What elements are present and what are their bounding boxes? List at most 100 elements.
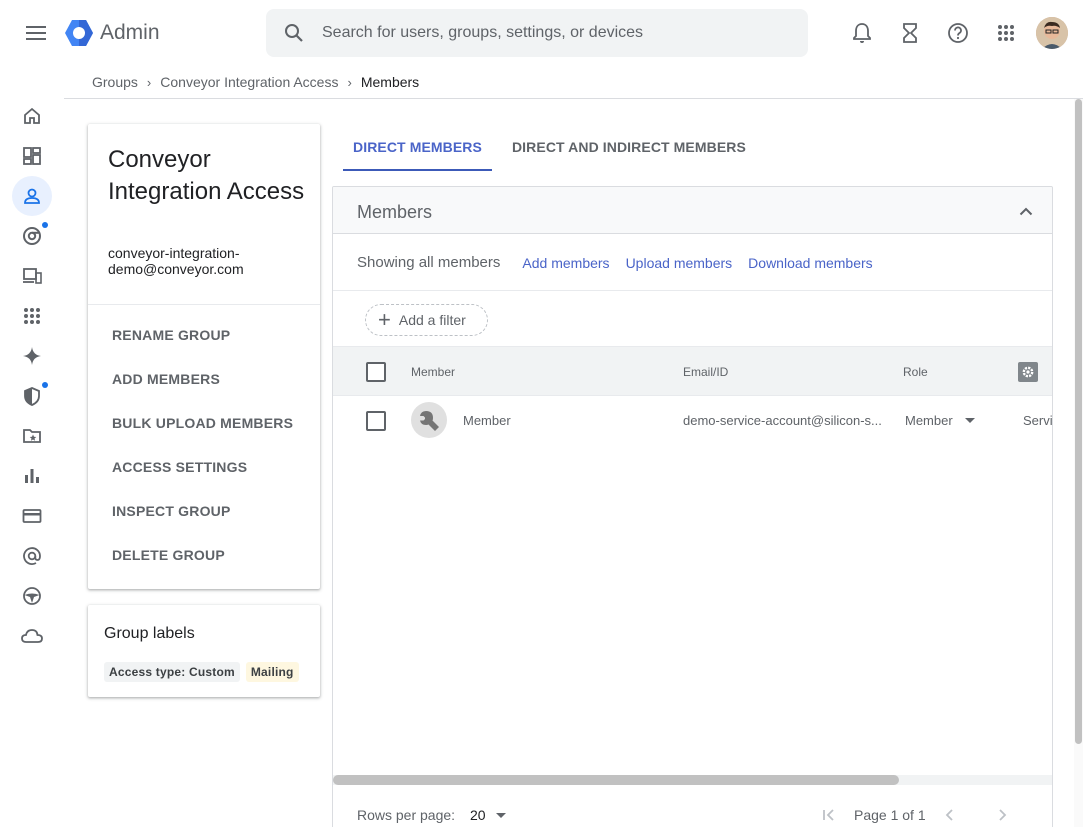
admin-hexagon-icon <box>65 20 93 46</box>
add-members-button[interactable]: ADD MEMBERS <box>88 357 320 401</box>
dropdown-arrow-icon <box>495 812 506 818</box>
add-filter-label: Add a filter <box>398 312 466 328</box>
group-email: conveyor-integration-demo@conveyor.com <box>108 245 244 277</box>
member-type: Servi <box>1023 413 1053 428</box>
rail-home[interactable] <box>12 96 52 136</box>
admin-logo[interactable]: Admin <box>64 18 160 48</box>
apps-launcher-button[interactable] <box>990 17 1022 49</box>
members-panel: Members Showing all members Add members … <box>332 186 1053 827</box>
members-actions-bar: Showing all members Add members Upload m… <box>333 235 1052 291</box>
help-button[interactable] <box>942 17 974 49</box>
horizontal-scrollbar-thumb[interactable] <box>333 775 899 785</box>
steering-wheel-icon <box>23 587 41 605</box>
home-icon <box>24 107 40 124</box>
rows-per-page-select[interactable]: 20 <box>470 807 506 823</box>
horizontal-scrollbar[interactable] <box>333 775 1052 785</box>
upload-members-link[interactable]: Upload members <box>626 255 733 271</box>
rows-per-page-value: 20 <box>470 807 486 823</box>
rail-gemini[interactable] <box>12 336 52 376</box>
plus-icon: + <box>378 307 391 332</box>
notification-dot <box>42 222 48 228</box>
table-row[interactable]: Member demo-service-account@silicon-s...… <box>333 396 1053 446</box>
apps-icon <box>24 308 40 324</box>
access-settings-button[interactable]: ACCESS SETTINGS <box>88 445 320 489</box>
help-icon <box>948 23 968 43</box>
download-members-link[interactable]: Download members <box>748 255 873 271</box>
cloud-icon <box>21 629 43 643</box>
search-icon <box>285 24 303 42</box>
tasks-button[interactable] <box>894 17 926 49</box>
add-members-link[interactable]: Add members <box>522 255 609 271</box>
chevron-right-icon: › <box>347 74 352 90</box>
column-email[interactable]: Email/ID <box>683 365 728 379</box>
user-photo-icon <box>1036 17 1068 49</box>
members-table-header: Member Email/ID Role <box>333 347 1052 396</box>
rail-chrome[interactable] <box>12 216 52 256</box>
at-sign-icon <box>23 547 41 565</box>
label-chip-mailing: Mailing <box>245 662 299 682</box>
bar-chart-icon <box>25 469 39 483</box>
previous-page-button[interactable] <box>938 803 962 827</box>
rail-drive[interactable] <box>12 416 52 456</box>
first-page-icon <box>823 809 834 821</box>
dropdown-arrow-icon <box>964 418 975 423</box>
vertical-scrollbar-thumb[interactable] <box>1075 99 1082 744</box>
divider <box>88 304 320 305</box>
members-panel-header: Members <box>333 187 1052 234</box>
rail-reports[interactable] <box>12 456 52 496</box>
tab-direct-members[interactable]: DIRECT MEMBERS <box>343 124 492 171</box>
role-dropdown[interactable]: Member <box>905 413 975 428</box>
breadcrumb-group[interactable]: Conveyor Integration Access <box>160 74 338 90</box>
members-panel-title: Members <box>357 202 433 222</box>
member-email: demo-service-account@silicon-s... <box>683 413 882 428</box>
row-checkbox[interactable] <box>366 411 386 431</box>
top-bar: Admin <box>0 0 1083 66</box>
inspect-group-button[interactable]: INSPECT GROUP <box>88 489 320 533</box>
column-settings-button[interactable] <box>1018 362 1038 382</box>
gear-icon <box>1022 366 1034 378</box>
vertical-scrollbar[interactable] <box>1074 99 1083 827</box>
pagination-bar: Rows per page: 20 Page 1 of 1 <box>333 793 1052 827</box>
search-bar[interactable] <box>266 9 808 57</box>
grid-apps-icon <box>998 25 1014 41</box>
rail-storage[interactable] <box>12 616 52 656</box>
search-input[interactable] <box>322 24 782 42</box>
notifications-button[interactable] <box>846 17 878 49</box>
rail-security[interactable] <box>12 376 52 416</box>
members-tabs: DIRECT MEMBERS DIRECT AND INDIRECT MEMBE… <box>343 124 766 171</box>
security-icon <box>24 387 40 406</box>
rows-per-page-label: Rows per page: <box>357 807 456 823</box>
rail-apps[interactable] <box>12 296 52 336</box>
column-member[interactable]: Member <box>411 365 455 379</box>
bulk-upload-members-button[interactable]: BULK UPLOAD MEMBERS <box>88 401 320 445</box>
bell-icon <box>853 23 871 43</box>
member-name: Member <box>463 413 511 428</box>
rail-directory[interactable] <box>12 176 52 216</box>
delete-group-button[interactable]: DELETE GROUP <box>88 533 320 577</box>
hourglass-icon <box>903 23 917 43</box>
add-filter-button[interactable]: + Add a filter <box>365 304 488 336</box>
column-role[interactable]: Role <box>903 365 928 379</box>
rail-billing[interactable] <box>12 496 52 536</box>
tab-direct-and-indirect-members[interactable]: DIRECT AND INDIRECT MEMBERS <box>502 124 756 171</box>
rail-dashboard[interactable] <box>12 136 52 176</box>
group-labels-card: Group labels Access type: Custom Mailing <box>88 605 320 697</box>
rail-rules[interactable] <box>12 576 52 616</box>
group-name: Conveyor Integration Access <box>108 146 305 205</box>
left-nav-rail <box>0 96 64 656</box>
next-page-button[interactable] <box>990 803 1014 827</box>
breadcrumb-groups[interactable]: Groups <box>92 74 138 90</box>
first-page-button[interactable] <box>817 803 841 827</box>
group-labels-title: Group labels <box>104 625 195 642</box>
rail-account[interactable] <box>12 536 52 576</box>
rail-devices[interactable] <box>12 256 52 296</box>
select-all-checkbox[interactable] <box>366 362 386 382</box>
collapse-panel-button[interactable] <box>1016 201 1036 221</box>
main-menu-button[interactable] <box>20 17 52 49</box>
users-icon <box>24 188 40 204</box>
account-avatar[interactable] <box>1036 17 1068 49</box>
member-avatar <box>411 402 447 438</box>
chrome-icon <box>23 227 41 245</box>
rename-group-button[interactable]: RENAME GROUP <box>88 313 320 357</box>
app-name: Admin <box>100 21 160 44</box>
